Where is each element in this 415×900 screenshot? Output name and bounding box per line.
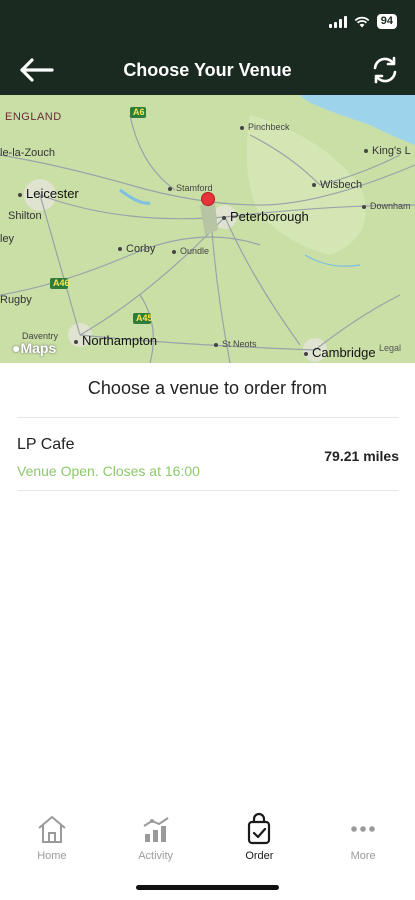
tab-label: Activity [138,850,174,862]
top-bar: 94 Choose Your Venue [0,0,415,95]
header: Choose Your Venue [0,48,415,92]
map-legal-link[interactable]: Legal [379,343,401,353]
back-arrow-icon [20,58,54,82]
divider [17,490,399,491]
status-bar: 94 [328,14,397,29]
tab-label: More [350,850,376,862]
map-label-region: ENGLAND [5,111,62,123]
map-background [0,95,415,363]
venue-map[interactable]: A6 A46 A45 ENGLAND le-la-Zouch Leicester… [0,95,415,363]
tab-home[interactable]: Home [0,812,104,872]
map-label-city: Leicester [18,186,79,201]
map-label-town: Corby [118,243,155,255]
map-label-town: Pinchbeck [240,122,290,132]
venue-list-heading: Choose a venue to order from [87,378,328,398]
venue-open-status: Venue Open. Closes at 16:00 [17,463,200,479]
venue-list-item[interactable]: LP Cafe Venue Open. Closes at 16:00 79.2… [17,420,399,490]
apple-maps-logo: ●Maps [12,340,57,356]
battery-indicator: 94 [376,14,397,29]
map-label-town: ley [0,233,15,245]
page-title: Choose Your Venue [123,59,292,80]
wifi-icon [354,16,370,27]
divider [17,417,399,418]
map-label-city: Cambridge [304,345,376,360]
activity-icon [143,817,169,842]
venue-distance: 79.21 miles [324,448,399,464]
tab-more[interactable]: More [311,812,415,872]
tab-label: Order [245,850,274,862]
map-label-city: Peterborough [222,209,309,224]
map-label-town: Wisbech [312,179,362,191]
map-label-town: Shilton [8,210,42,222]
map-label-town: King's L [364,145,411,157]
map-label-city: Northampton [74,333,157,348]
tab-order[interactable]: Order [208,812,312,872]
cellular-signal-icon [328,15,347,28]
tab-label: Home [37,850,67,862]
more-dots-icon [351,826,375,832]
map-label-town: Oundle [172,246,209,256]
home-icon [38,816,66,843]
back-button[interactable] [18,56,58,84]
road-shield-a6: A6 [133,107,145,117]
venue-location-pin-icon[interactable] [201,192,215,206]
map-label-town: Downham [362,201,411,211]
order-bag-icon [248,812,271,845]
bottom-tab-bar: Home Activity Order More [0,812,415,872]
home-indicator[interactable] [136,885,279,890]
map-label-town: Rugby [0,294,32,306]
venue-name: LP Cafe [17,436,75,453]
map-label-town: St Neots [214,339,257,349]
tab-activity[interactable]: Activity [104,812,208,872]
map-label-town: le-la-Zouch [0,147,56,159]
road-shield-a46: A46 [53,278,70,288]
road-shield-a45: A45 [136,313,153,323]
refresh-icon [373,56,397,84]
refresh-button[interactable] [369,54,401,86]
